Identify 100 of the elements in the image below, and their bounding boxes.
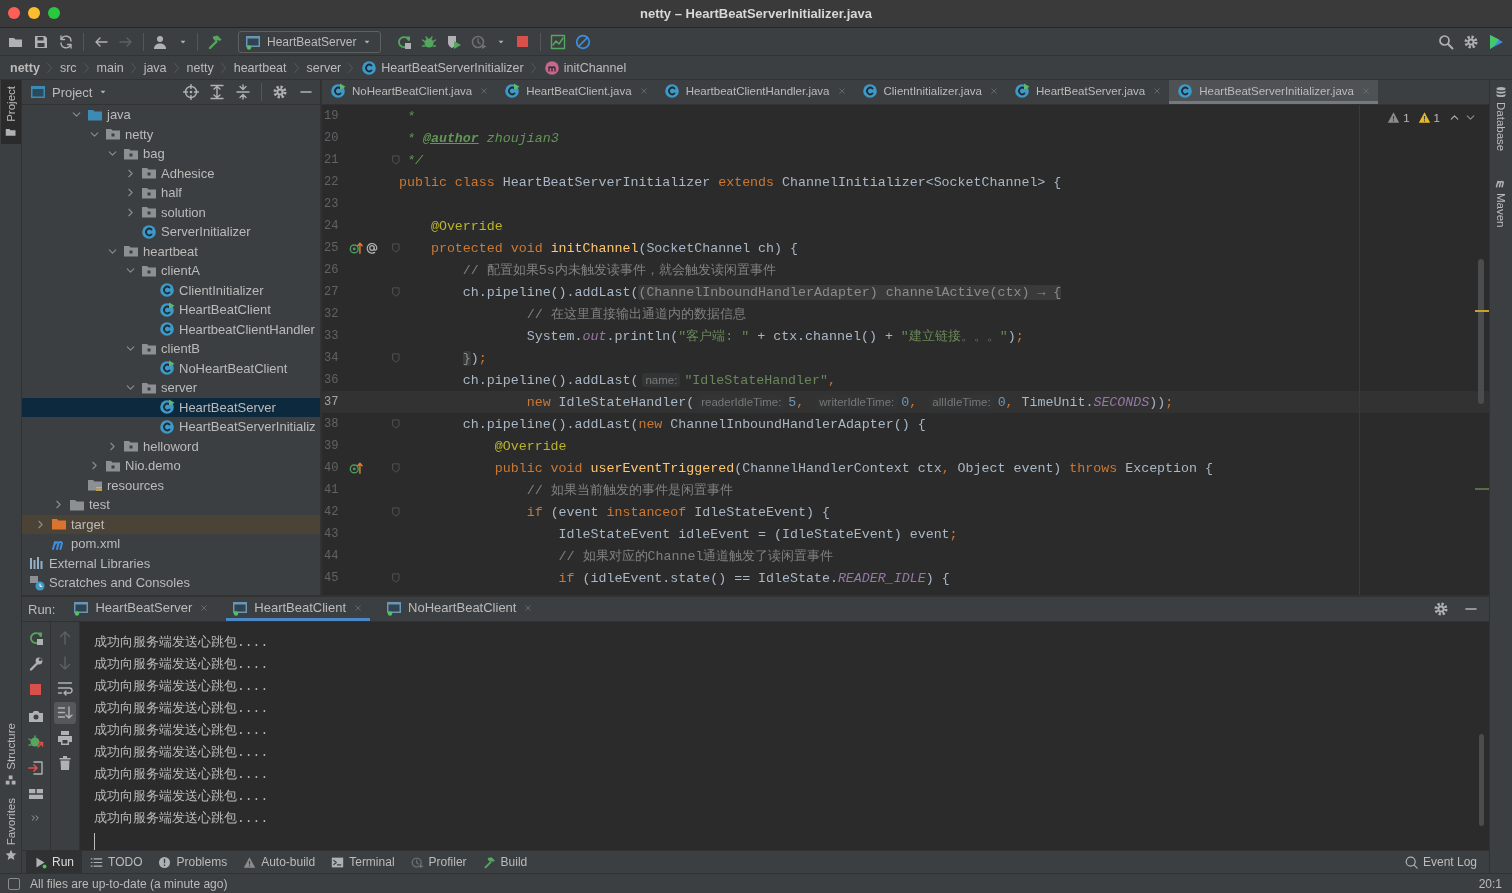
stop-icon[interactable] — [28, 682, 44, 698]
warning-count[interactable]: 1 — [1433, 111, 1440, 124]
save-icon[interactable] — [33, 33, 49, 50]
camera-icon[interactable] — [28, 708, 44, 724]
tree-item[interactable]: half — [22, 183, 320, 203]
breadcrumb-item[interactable]: src — [59, 60, 77, 75]
hammer-icon[interactable] — [207, 33, 223, 50]
tool-window-button[interactable]: Maven — [1491, 175, 1511, 230]
user-icon[interactable] — [153, 33, 169, 50]
fold-marker-icon[interactable] — [390, 506, 402, 518]
tree-item[interactable]: test — [22, 495, 320, 515]
editor-tab[interactable]: HeartBeatClient.java — [496, 80, 656, 104]
tree-item[interactable]: ClientInitializer — [22, 280, 320, 300]
print-icon[interactable] — [57, 730, 73, 746]
override-icon[interactable] — [349, 461, 363, 475]
close-button[interactable] — [8, 7, 20, 19]
warning-marker[interactable] — [1475, 310, 1489, 312]
prohibited-icon[interactable] — [575, 33, 592, 50]
tree-item[interactable]: External Libraries — [22, 553, 320, 573]
editor-tab[interactable]: NoHeartBeatClient.java — [322, 80, 497, 104]
search-icon[interactable] — [1438, 33, 1454, 50]
collapse-all-icon[interactable] — [235, 84, 251, 100]
rerun-icon[interactable] — [396, 33, 413, 50]
scroll-to-end-button[interactable] — [54, 702, 76, 724]
tree-item[interactable]: clientB — [22, 339, 320, 359]
layout-icon[interactable] — [28, 786, 44, 802]
cursor-position[interactable]: 20:1 — [1478, 876, 1502, 891]
fold-marker-icon[interactable] — [390, 242, 402, 254]
tree-item[interactable]: HeartBeatServerInitializ — [22, 417, 320, 437]
soft-wrap-icon[interactable] — [57, 680, 73, 696]
editor-tab[interactable]: HeartBeatServerInitializer.java — [1169, 80, 1378, 104]
settings-icon[interactable] — [272, 84, 288, 100]
settings-icon[interactable] — [1433, 601, 1449, 617]
fold-marker-icon[interactable] — [390, 286, 402, 298]
expand-all-icon[interactable] — [209, 84, 225, 100]
override-icon[interactable] — [349, 241, 363, 255]
tree-item[interactable]: helloword — [22, 436, 320, 456]
tree-item[interactable]: server — [22, 378, 320, 398]
settings-icon[interactable] — [1463, 33, 1479, 50]
tree-item[interactable]: clientA — [22, 261, 320, 281]
scrollbar-thumb[interactable] — [1478, 259, 1484, 404]
minimize-button[interactable] — [28, 7, 40, 19]
down-arrow-icon[interactable] — [57, 655, 73, 671]
tree-item[interactable]: pom.xml — [22, 534, 320, 554]
project-view-dropdown[interactable]: Project — [30, 84, 109, 100]
wrench-icon[interactable] — [28, 656, 44, 672]
tree-item[interactable]: java — [22, 105, 320, 125]
console-tab[interactable]: NoHeartBeatClient — [380, 597, 541, 621]
fold-marker-icon[interactable] — [390, 572, 402, 584]
chart-icon[interactable] — [550, 33, 567, 50]
more-icon[interactable] — [30, 812, 42, 824]
editor-tab[interactable]: HeartbeatClientHandler.java — [655, 80, 854, 104]
tool-window-button[interactable]: Favorites — [0, 791, 21, 867]
console-tab[interactable]: HeartBeatServer — [67, 597, 217, 621]
trash-icon[interactable] — [57, 755, 73, 771]
sync-icon[interactable] — [58, 33, 74, 50]
tree-item[interactable]: HeartbeatClientHandler — [22, 319, 320, 339]
fold-marker-icon[interactable] — [390, 418, 402, 430]
editor-tab[interactable]: HeartBeatServer.java — [1005, 80, 1170, 104]
zoom-button[interactable] — [48, 7, 60, 19]
status-toggle-icon[interactable] — [8, 877, 20, 890]
fold-marker-icon[interactable] — [390, 462, 402, 474]
breadcrumb-item[interactable]: main — [96, 60, 124, 75]
tree-item[interactable]: HeartBeatServer — [22, 397, 320, 417]
fold-marker-icon[interactable] — [390, 154, 402, 166]
coverage-icon[interactable] — [446, 33, 463, 50]
run-configuration-dropdown[interactable]: HeartBeatServer — [238, 30, 382, 53]
tool-window-tab[interactable]: Terminal — [323, 851, 403, 873]
warning-count[interactable]: 1 — [1403, 111, 1410, 124]
tool-window-button[interactable]: Project — [0, 80, 21, 144]
tool-window-tab[interactable]: Auto-build — [235, 851, 324, 873]
tree-item[interactable]: NoHeartBeatClient — [22, 358, 320, 378]
plugin-logo-icon[interactable] — [1488, 33, 1504, 50]
fold-marker-icon[interactable] — [390, 352, 402, 364]
tree-item[interactable]: HeartBeatClient — [22, 300, 320, 320]
tree-item[interactable]: bag — [22, 144, 320, 164]
event-log-tab[interactable]: Event Log — [1396, 851, 1485, 873]
breadcrumb-item[interactable]: netty — [10, 60, 40, 75]
tool-window-tab[interactable]: Run — [26, 851, 82, 873]
bug-icon[interactable] — [28, 734, 44, 750]
tree-item[interactable]: ServerInitializer — [22, 222, 320, 242]
profiler-icon[interactable] — [471, 33, 488, 50]
tree-item[interactable]: heartbeat — [22, 241, 320, 261]
tree-item[interactable]: resources — [22, 475, 320, 495]
warning-marker[interactable] — [1475, 488, 1489, 490]
tool-window-tab[interactable]: Build — [474, 851, 536, 873]
tool-window-tab[interactable]: TODO — [82, 851, 151, 873]
scrollbar-thumb[interactable] — [1479, 734, 1484, 826]
breadcrumb-item[interactable]: initChannel — [563, 60, 627, 75]
tool-window-tab[interactable]: Profiler — [402, 851, 475, 873]
tool-window-button[interactable]: Database — [1491, 84, 1511, 154]
editor-tab[interactable]: ClientInitializer.java — [853, 80, 1006, 104]
tool-window-tab[interactable]: Problems — [150, 851, 236, 873]
breadcrumb-item[interactable]: netty — [186, 60, 214, 75]
exit-icon[interactable] — [28, 760, 44, 776]
tree-item[interactable]: target — [22, 514, 320, 534]
tree-item[interactable]: Nio.demo — [22, 456, 320, 476]
breadcrumb-item[interactable]: java — [143, 60, 167, 75]
rerun-icon[interactable] — [28, 630, 44, 646]
locate-icon[interactable] — [183, 84, 199, 100]
